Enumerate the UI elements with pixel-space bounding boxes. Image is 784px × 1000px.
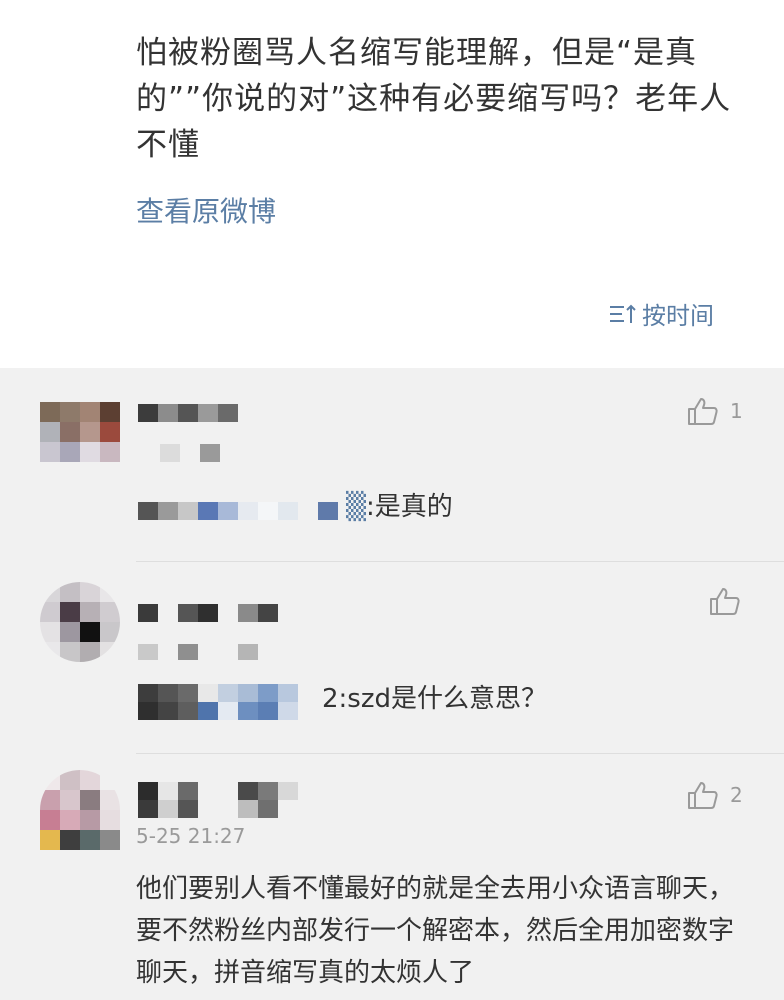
comment-text: 他们要别人看不懂最好的就是全去用小众语言聊天，要不然粉丝内部发行一个解密本，然后… — [136, 874, 735, 988]
post-text: 怕被粉圈骂人名缩写能理解，但是“是真的””你说的对”这种有必要缩写吗？老年人不懂 — [136, 35, 732, 163]
timestamp-redacted — [160, 444, 220, 462]
divider — [136, 753, 784, 754]
divider — [136, 561, 784, 562]
view-original-link[interactable]: 查看原微博 — [136, 190, 276, 230]
username-redacted[interactable] — [138, 404, 238, 422]
like-button[interactable]: 2 — [686, 780, 743, 810]
like-count: 1 — [730, 399, 743, 423]
avatar[interactable] — [40, 770, 120, 850]
sort-label: 按时间 — [642, 302, 714, 330]
thumbs-up-icon — [688, 782, 718, 809]
comment-text: 2:szd是什么意思？ — [322, 684, 547, 714]
like-button[interactable]: 1 — [686, 396, 743, 426]
sort-icon — [610, 304, 636, 323]
comment-text: ▒:是真的 — [346, 492, 453, 522]
username-redacted[interactable] — [138, 782, 298, 818]
reply-target-redacted[interactable] — [138, 684, 298, 720]
thumbs-up-icon — [710, 588, 740, 615]
original-post-card: 怕被粉圈骂人名缩写能理解，但是“是真的””你说的对”这种有必要缩写吗？老年人不懂… — [0, 0, 784, 368]
thumbs-up-icon — [688, 398, 718, 425]
avatar[interactable] — [40, 402, 120, 462]
username-redacted[interactable] — [138, 604, 278, 622]
reply-target-redacted[interactable] — [138, 502, 338, 520]
like-count: 2 — [730, 783, 743, 807]
sort-by-time-button[interactable]: 按时间 — [608, 296, 714, 331]
username-fragment: ▒ — [346, 492, 366, 522]
like-button[interactable] — [708, 586, 752, 616]
timestamp-redacted — [138, 644, 258, 660]
avatar[interactable] — [40, 582, 120, 662]
comment-timestamp: 5-25 21:27 — [136, 824, 246, 848]
